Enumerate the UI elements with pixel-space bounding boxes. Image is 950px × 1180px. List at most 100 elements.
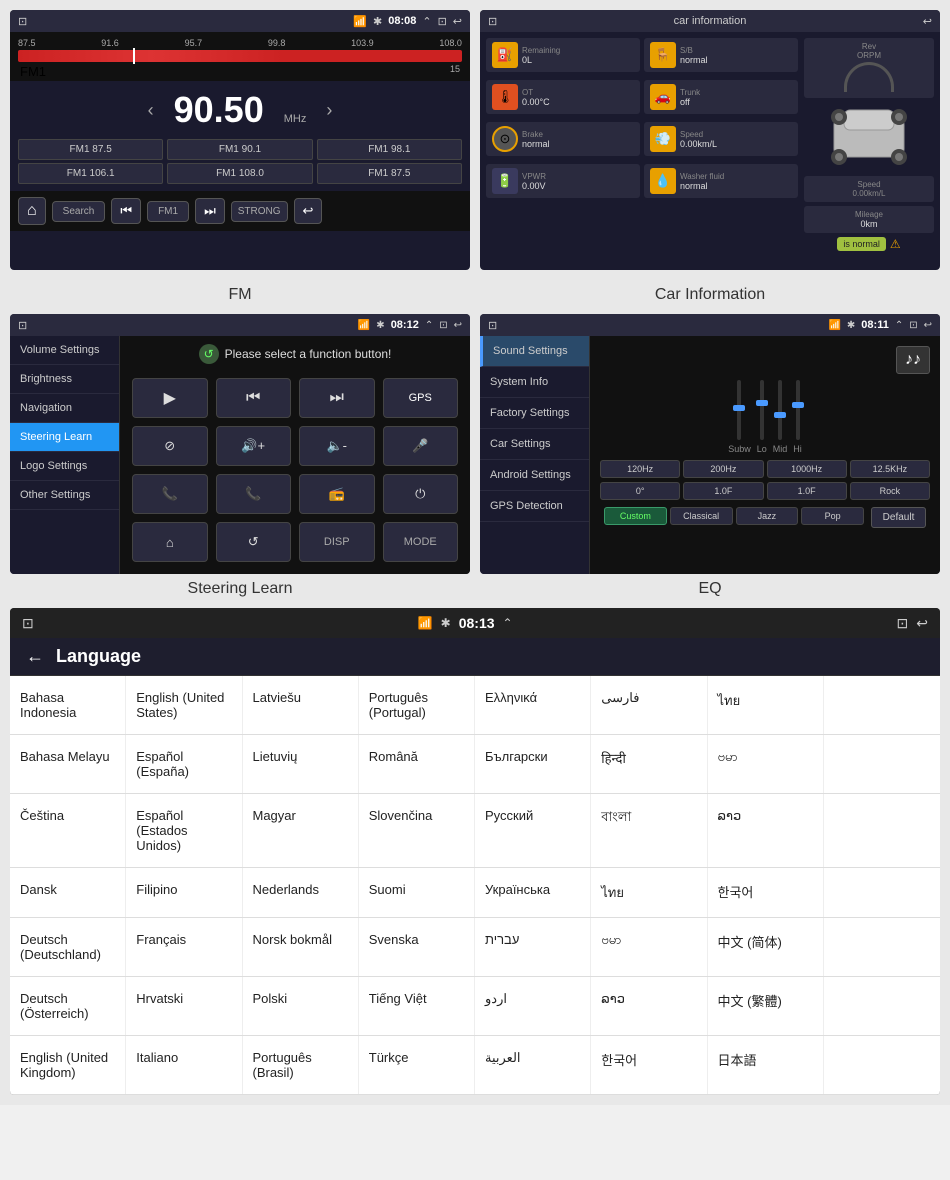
fm1-btn[interactable]: FM1 — [147, 201, 189, 222]
mode-btn[interactable]: MODE — [383, 522, 459, 562]
subw-track[interactable] — [737, 380, 741, 440]
lang-cell-6-5[interactable]: 한국어 — [591, 1036, 707, 1094]
sidebar-volume-settings[interactable]: Volume Settings — [10, 336, 119, 365]
eq-car-settings[interactable]: Car Settings — [480, 429, 589, 460]
fm-back-btn[interactable]: ↩ — [294, 198, 323, 224]
lang-cell-6-3[interactable]: Türkçe — [359, 1036, 475, 1094]
lang-cell-5-5[interactable]: ລາວ — [591, 977, 707, 1035]
preset-pop[interactable]: Pop — [801, 507, 864, 525]
preset-5[interactable]: FM1 108.0 — [167, 163, 312, 184]
search-btn[interactable]: Search — [52, 201, 106, 222]
mic-btn[interactable]: 🎤 — [383, 426, 459, 466]
sidebar-steering-learn[interactable]: Steering Learn — [10, 423, 119, 452]
preset-custom[interactable]: Custom — [604, 507, 667, 525]
prev-track-btn[interactable]: ⏮ — [216, 378, 292, 418]
lang-cell-2-5[interactable]: বাংলা — [591, 794, 707, 867]
lang-cell-1-2[interactable]: Lietuvių — [243, 735, 359, 793]
lang-cell-1-5[interactable]: हिन्दी — [591, 735, 707, 793]
lang-cell-0-2[interactable]: Latviešu — [243, 676, 359, 734]
vol-down-btn[interactable]: 🔈- — [299, 426, 375, 466]
lang-back-btn[interactable]: ← — [26, 646, 44, 667]
prev-btn[interactable]: ⏮ — [111, 198, 141, 224]
next-btn[interactable]: ⏭ — [195, 198, 225, 224]
freq-120hz[interactable]: 120Hz — [600, 460, 680, 478]
preset-1[interactable]: FM1 87.5 — [18, 139, 163, 160]
freq-1000hz[interactable]: 1000Hz — [767, 460, 847, 478]
preset-3[interactable]: FM1 98.1 — [317, 139, 462, 160]
eq-default-btn[interactable]: Default — [871, 507, 926, 528]
lang-cell-5-2[interactable]: Polski — [243, 977, 359, 1035]
preset-classical[interactable]: Classical — [670, 507, 733, 525]
play-btn[interactable]: ▶ — [132, 378, 208, 418]
lang-cell-5-1[interactable]: Hrvatski — [126, 977, 242, 1035]
lang-cell-3-5[interactable]: ไทย — [591, 868, 707, 917]
eq-gps-detection[interactable]: GPS Detection — [480, 491, 589, 522]
sidebar-other-settings[interactable]: Other Settings — [10, 481, 119, 510]
sidebar-navigation[interactable]: Navigation — [10, 394, 119, 423]
lang-cell-0-0[interactable]: Bahasa Indonesia — [10, 676, 126, 734]
freq-left-btn[interactable]: ‹ — [148, 100, 154, 121]
lang-cell-5-6[interactable]: 中文 (繁體) — [708, 977, 824, 1035]
gps-btn[interactable]: GPS — [383, 378, 459, 418]
val-rock[interactable]: Rock — [850, 482, 930, 500]
hangup-btn[interactable]: 📞 — [216, 474, 292, 514]
val-0deg[interactable]: 0° — [600, 482, 680, 500]
lang-cell-1-0[interactable]: Bahasa Melayu — [10, 735, 126, 793]
lang-cell-0-1[interactable]: English (United States) — [126, 676, 242, 734]
lang-cell-5-0[interactable]: Deutsch (Österreich) — [10, 977, 126, 1035]
strong-btn[interactable]: STRONG — [231, 201, 288, 222]
steering-back-btn[interactable]: ↺ — [216, 522, 292, 562]
lang-cell-6-4[interactable]: العربية — [475, 1036, 591, 1094]
lang-cell-1-4[interactable]: Български — [475, 735, 591, 793]
lang-cell-6-0[interactable]: English (United Kingdom) — [10, 1036, 126, 1094]
lang-cell-2-1[interactable]: Español (Estados Unidos) — [126, 794, 242, 867]
sidebar-brightness[interactable]: Brightness — [10, 365, 119, 394]
mid-track[interactable] — [778, 380, 782, 440]
preset-2[interactable]: FM1 90.1 — [167, 139, 312, 160]
lang-cell-0-4[interactable]: Ελληνικά — [475, 676, 591, 734]
lang-cell-1-1[interactable]: Español (España) — [126, 735, 242, 793]
lo-track[interactable] — [760, 380, 764, 440]
refresh-icon[interactable]: ↺ — [199, 344, 219, 364]
vol-up-btn[interactable]: 🔊+ — [216, 426, 292, 466]
lang-cell-3-3[interactable]: Suomi — [359, 868, 475, 917]
lang-cell-2-4[interactable]: Русский — [475, 794, 591, 867]
hi-track[interactable] — [796, 380, 800, 440]
lang-cell-5-4[interactable]: اردو — [475, 977, 591, 1035]
steering-home-btn[interactable]: ⌂ — [132, 522, 208, 562]
preset-6[interactable]: FM1 87.5 — [317, 163, 462, 184]
mute-btn[interactable]: ⊘ — [132, 426, 208, 466]
lang-cell-2-6[interactable]: ລາວ — [708, 794, 824, 867]
lang-cell-2-2[interactable]: Magyar — [243, 794, 359, 867]
freq-slider-track[interactable] — [18, 50, 462, 62]
power-btn[interactable]: ⏻ — [383, 474, 459, 514]
lang-cell-3-1[interactable]: Filipino — [126, 868, 242, 917]
lang-cell-3-0[interactable]: Dansk — [10, 868, 126, 917]
eq-factory-settings[interactable]: Factory Settings — [480, 398, 589, 429]
lang-cell-1-6[interactable]: ဗမာ — [708, 735, 824, 793]
lang-cell-4-3[interactable]: Svenska — [359, 918, 475, 976]
lang-cell-4-5[interactable]: ဗမာ — [591, 918, 707, 976]
lang-cell-0-6[interactable]: ไทย — [708, 676, 824, 734]
lang-cell-1-3[interactable]: Română — [359, 735, 475, 793]
eq-system-info[interactable]: System Info — [480, 367, 589, 398]
sidebar-logo-settings[interactable]: Logo Settings — [10, 452, 119, 481]
lang-cell-3-2[interactable]: Nederlands — [243, 868, 359, 917]
freq-200hz[interactable]: 200Hz — [683, 460, 763, 478]
lang-cell-3-4[interactable]: Українська — [475, 868, 591, 917]
eq-sound-settings[interactable]: Sound Settings — [480, 336, 589, 367]
lang-cell-2-0[interactable]: Čeština — [10, 794, 126, 867]
freq-12khz[interactable]: 12.5KHz — [850, 460, 930, 478]
disp-btn[interactable]: DISP — [299, 522, 375, 562]
lang-cell-4-6[interactable]: 中文 (简体) — [708, 918, 824, 976]
car-back-icon[interactable]: ↩ — [923, 15, 932, 28]
lang-cell-4-1[interactable]: Français — [126, 918, 242, 976]
lang-cell-3-6[interactable]: 한국어 — [708, 868, 824, 917]
freq-right-btn[interactable]: › — [326, 100, 332, 121]
lang-back-icon[interactable]: ↩ — [916, 615, 928, 632]
val-1f-2[interactable]: 1.0F — [767, 482, 847, 500]
lang-cell-6-6[interactable]: 日本語 — [708, 1036, 824, 1094]
preset-4[interactable]: FM1 106.1 — [18, 163, 163, 184]
preset-jazz[interactable]: Jazz — [736, 507, 799, 525]
eq-android-settings[interactable]: Android Settings — [480, 460, 589, 491]
